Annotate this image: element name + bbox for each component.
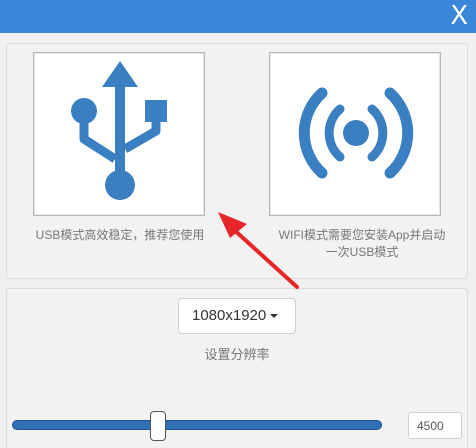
bitrate-slider-handle[interactable] <box>150 411 166 441</box>
resolution-dropdown[interactable]: 1080x1920 <box>178 298 296 334</box>
usb-mode-caption: USB模式高效稳定，推荐您使用 <box>35 228 205 242</box>
resolution-label: 设置分辨率 <box>204 347 270 362</box>
wifi-mode-caption: WIFI模式需要您安装App并启动 一次USB模式 <box>250 227 474 261</box>
wifi-broadcast-icon <box>298 87 414 179</box>
close-button[interactable]: X <box>450 1 468 31</box>
title-bar: X <box>0 0 476 33</box>
usb-mode-button[interactable] <box>33 52 205 216</box>
wifi-mode-button[interactable] <box>269 52 441 216</box>
usb-icon <box>71 61 167 200</box>
bitrate-input[interactable] <box>408 412 462 439</box>
wifi-caption-line-2: 一次USB模式 <box>325 245 399 259</box>
caret-down-icon <box>270 314 279 319</box>
resolution-value: 1080x1920 <box>192 307 267 324</box>
wifi-caption-line-1: WIFI模式需要您安装App并启动 <box>278 228 446 242</box>
bitrate-slider-track[interactable] <box>12 420 382 430</box>
